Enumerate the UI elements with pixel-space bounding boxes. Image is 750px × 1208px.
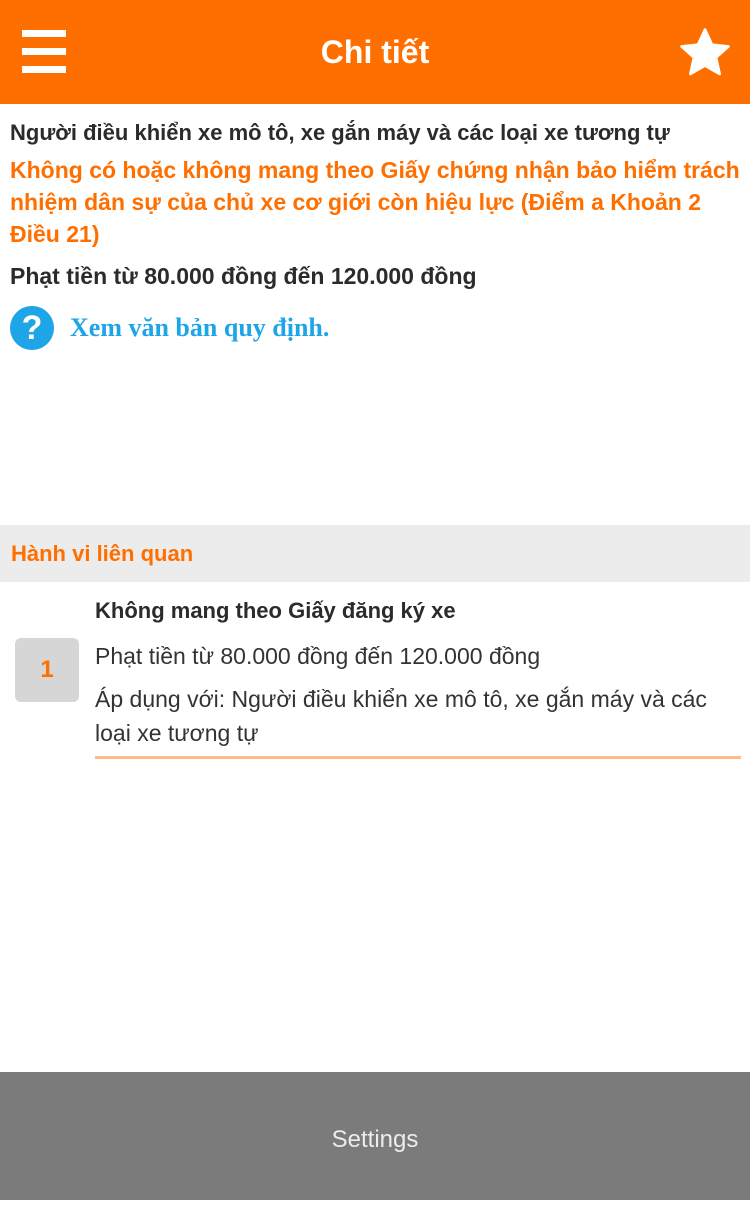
related-section-title: Hành vi liên quan — [11, 541, 194, 566]
related-list-item[interactable]: 1 Không mang theo Giấy đăng ký xe Phạt t… — [0, 582, 750, 762]
detail-section: Người điều khiển xe mô tô, xe gắn máy và… — [10, 104, 740, 350]
related-section-header: Hành vi liên quan — [0, 525, 750, 582]
help-icon: ? — [10, 306, 54, 350]
star-icon[interactable] — [678, 26, 732, 80]
view-regulation-label: Xem văn bản quy định. — [70, 313, 330, 342]
related-item-penalty: Phạt tiền từ 80.000 đồng đến 120.000 đồn… — [95, 643, 541, 669]
item-divider — [95, 756, 741, 759]
settings-label: Settings — [331, 1126, 419, 1153]
related-item-title: Không mang theo Giấy đăng ký xe — [95, 598, 456, 623]
penalty-text: Phạt tiền từ 80.000 đồng đến 120.000 đồn… — [10, 263, 477, 289]
related-item-applies-to: Áp dụng với: Người điều khiển xe mô tô, … — [95, 686, 707, 746]
vehicle-subject: Người điều khiển xe mô tô, xe gắn máy và… — [10, 120, 670, 145]
settings-bar[interactable]: Settings — [0, 1072, 750, 1200]
violation-description: Không có hoặc không mang theo Giấy chứng… — [10, 157, 740, 247]
page-title: Chi tiết — [320, 34, 430, 70]
view-regulation-link[interactable]: ? Xem văn bản quy định. — [10, 306, 740, 350]
item-index-badge: 1 — [15, 638, 79, 702]
app-header: Chi tiết — [0, 0, 750, 104]
